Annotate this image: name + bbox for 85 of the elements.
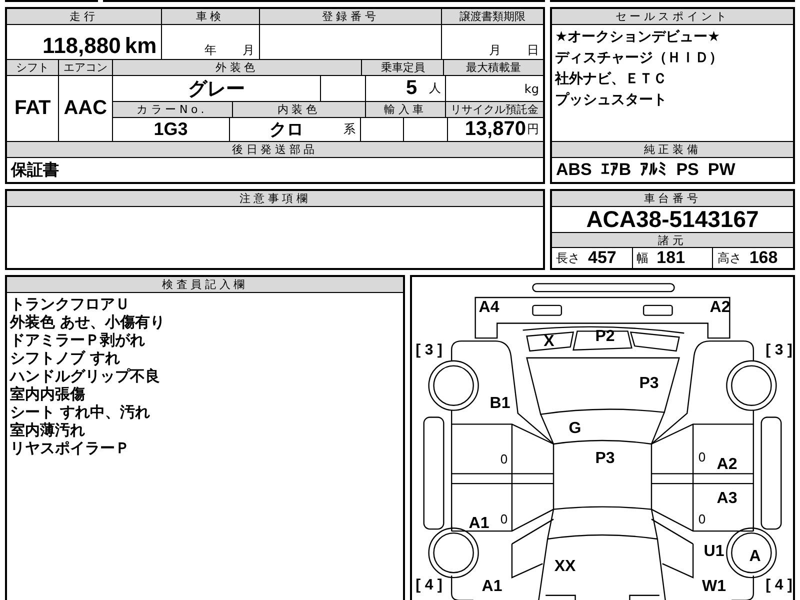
field-label: 登録番号 — [260, 9, 442, 24]
damage-code: P3 — [639, 375, 659, 393]
capacity-value: 5 — [406, 77, 418, 100]
inspector-note: 外装色 あせ、小傷有り — [10, 313, 166, 331]
inspector-note: リヤスポイラーＰ — [10, 439, 131, 457]
equipment-item: ｱﾙﾐ — [640, 160, 668, 180]
field-value: 1G3 — [112, 118, 230, 141]
field-label: 走行 — [7, 9, 161, 24]
field-label: 内装色 — [232, 102, 366, 117]
panel-rating: [ 3 ] — [766, 342, 792, 358]
field-label: 譲渡書類期限 — [442, 9, 543, 24]
equipment-item: PW — [708, 160, 736, 180]
inspector-note: トランクフロアＵ — [10, 295, 131, 313]
field-label: 乗車定員 — [362, 60, 444, 75]
inspector-note: 室内内張傷 — [10, 385, 86, 403]
field-label: セールスポイント — [552, 9, 793, 24]
damage-code: A2 — [716, 456, 738, 474]
field-label: 後日発送部品 — [7, 142, 543, 157]
field-label: 検査員記入欄 — [7, 277, 403, 292]
spec-label: 幅 — [636, 250, 649, 266]
field-label: シフト — [7, 60, 58, 75]
damage-code: B1 — [490, 395, 510, 413]
damage-code: G — [568, 420, 582, 438]
chassis-number: ACA38-5143167 — [552, 207, 793, 232]
damage-code: U1 — [704, 543, 724, 561]
recycle-fee-value: 13,870 — [464, 118, 526, 141]
unit-label: 円 — [526, 121, 539, 138]
panel-rating: [ 4 ] — [416, 576, 442, 594]
field-label: 最大積載量 — [444, 60, 543, 75]
inspector-note: シフトノブ すれ — [10, 349, 122, 367]
damage-code: X — [544, 333, 554, 351]
spec-label: 高さ — [717, 250, 742, 266]
interior-color-value: クロ — [270, 119, 304, 141]
damage-code: W1 — [702, 578, 726, 596]
minor-mark: 0 — [698, 450, 706, 464]
field-label: 純正装備 — [552, 142, 793, 157]
spec-value: 181 — [656, 248, 686, 268]
damage-code: A1 — [482, 578, 502, 596]
spec-value: 168 — [749, 248, 778, 268]
damage-code: A4 — [478, 299, 500, 317]
minor-mark: 0 — [698, 512, 706, 526]
field-value: グレー — [112, 76, 320, 101]
field-label: エアコン — [59, 60, 112, 75]
sales-point: ★オークションデビュー★ — [555, 28, 722, 47]
inspector-note: シート すれ中、汚れ — [10, 403, 152, 421]
field-label: 注意事項欄 — [7, 191, 543, 206]
minor-mark: 0 — [500, 512, 508, 526]
inspector-note: ドアミラーＰ剥がれ — [10, 331, 146, 349]
unit-label: 月 — [489, 42, 501, 59]
suffix-label: 系 — [344, 121, 356, 138]
damage-code: A3 — [716, 490, 738, 508]
field-label: 諸元 — [552, 233, 793, 247]
spec-label: 長さ — [556, 250, 580, 266]
panel-rating: [ 3 ] — [416, 342, 442, 358]
sales-point: 社外ナビ、ＥＴＣ — [555, 70, 668, 89]
damage-code: A — [749, 548, 761, 566]
panel-rating: [ 4 ] — [766, 576, 792, 594]
spec-value: 457 — [588, 248, 616, 268]
minor-mark: 0 — [500, 452, 508, 466]
field-label: リサイクル預託金 — [446, 102, 544, 117]
sales-point: ディスチャージ（ＨＩＤ） — [555, 49, 724, 68]
field-value: 保証書 — [7, 158, 543, 182]
field-value: AAC — [59, 76, 112, 141]
equipment-item: PS — [676, 160, 699, 180]
unit-label: 年 — [204, 42, 217, 59]
field-label: カラーNo. — [112, 102, 232, 117]
unit-label: 日 — [527, 42, 539, 59]
field-label: 外装色 — [112, 60, 362, 75]
sales-point: プッシュスタート — [555, 91, 668, 110]
mileage-value: 118,880 — [42, 33, 121, 59]
inspector-note: ハンドルグリップ不良 — [10, 367, 161, 385]
field-value: kg — [446, 76, 543, 101]
damage-code: P3 — [595, 450, 615, 468]
field-label: 車検 — [162, 9, 259, 24]
unit-label: 月 — [242, 42, 255, 59]
field-label: 輸入車 — [366, 102, 446, 117]
field-value: FAT — [7, 76, 58, 141]
field-label: 車台番号 — [552, 191, 793, 206]
equipment-item: ｴｱB — [600, 160, 632, 180]
damage-code: XX — [554, 558, 576, 576]
unit-label: km — [124, 33, 157, 59]
inspector-note: 室内薄汚れ — [10, 421, 86, 439]
damage-code: A1 — [468, 515, 490, 533]
equipment-item: ABS — [556, 160, 592, 180]
unit-label: 人 — [429, 80, 442, 97]
